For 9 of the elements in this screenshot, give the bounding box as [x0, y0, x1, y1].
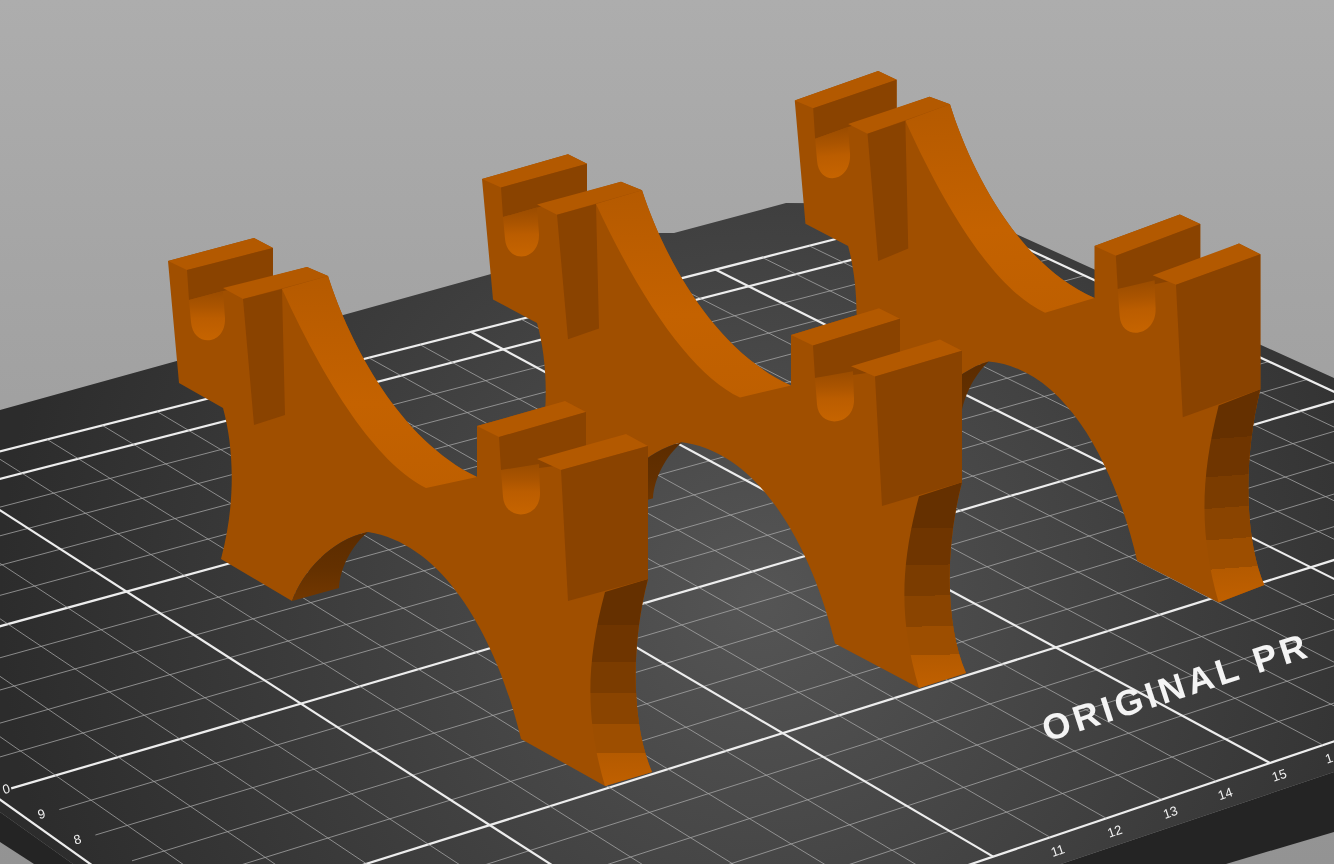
bed-scale-number: 14: [1215, 784, 1235, 804]
bed-scale-number: 8: [71, 831, 84, 848]
bed-scale-number: 13: [1161, 802, 1180, 822]
bed-scale-number: 15: [1269, 765, 1289, 785]
bed-scale-number: 11: [1048, 841, 1067, 860]
bed-scale-number: 0: [0, 780, 12, 797]
bed-scale-number: 9: [35, 805, 48, 823]
bed-scale-number: 1: [1323, 750, 1334, 767]
bed-scale-number: 12: [1105, 821, 1124, 841]
